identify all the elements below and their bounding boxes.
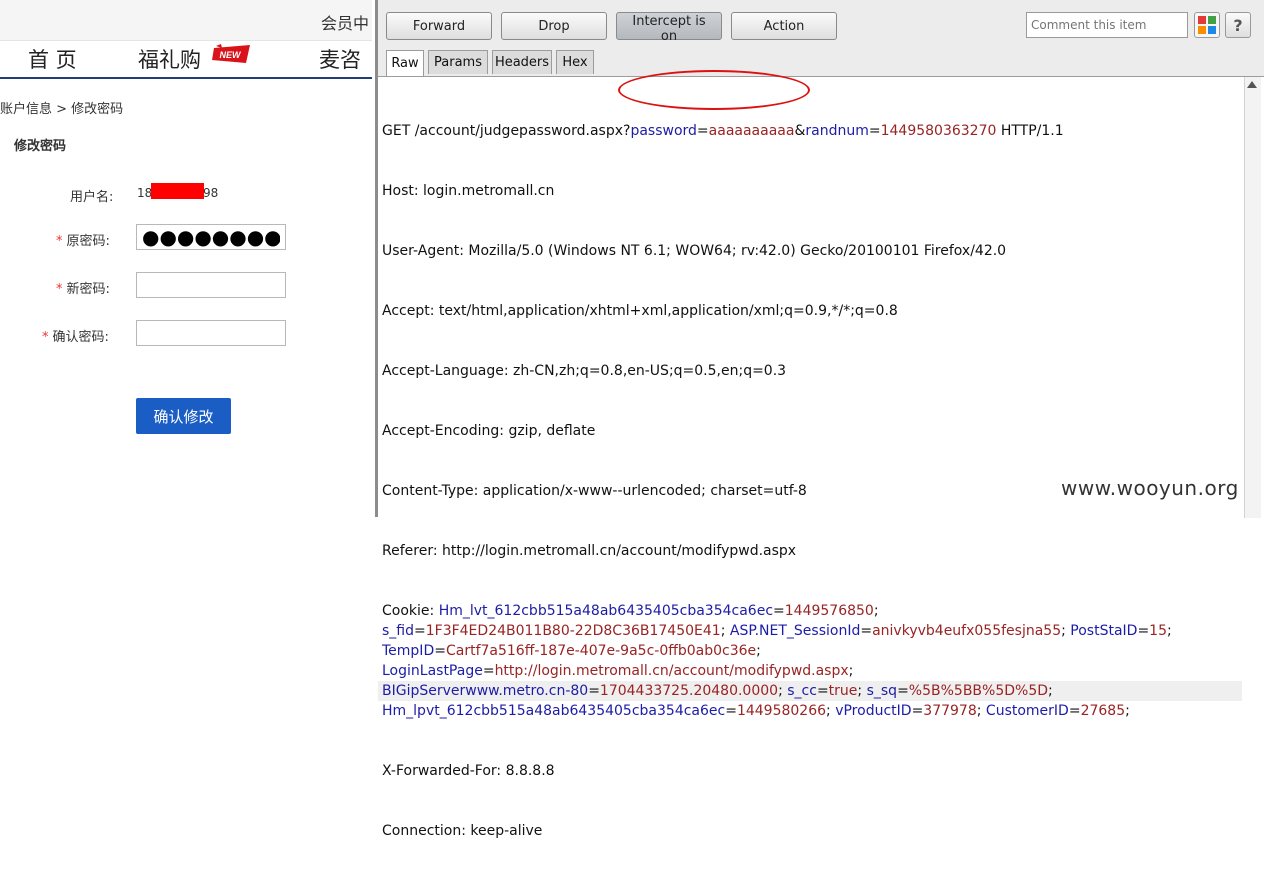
confirm-password-label: * 确认密码: [42, 326, 109, 345]
old-password-input[interactable] [136, 224, 286, 250]
cookie-key: vProductID [835, 703, 912, 719]
username-value-start: 18 [137, 186, 153, 200]
cookie-value: 27685 [1080, 703, 1126, 719]
param-value: aaaaaaaaaa [708, 123, 795, 139]
username-label: 用户名: [70, 190, 114, 205]
cookie-line: BIGipServerwww.metro.cn-80=1704433725.20… [378, 681, 1242, 701]
param-value: 1449580363270 [880, 123, 997, 139]
member-center-link[interactable]: 会员中 [321, 10, 369, 34]
cookie-line: Hm_lpvt_612cbb515a48ab6435405cba354ca6ec… [382, 703, 1135, 719]
header-host: Host: login.metromall.cn [382, 183, 555, 199]
confirm-change-button[interactable]: 确认修改 [136, 398, 231, 434]
action-button[interactable]: Action [731, 12, 837, 40]
header-referer: Referer: http://login.metromall.cn/accou… [382, 543, 797, 559]
help-button[interactable]: ? [1225, 12, 1251, 38]
main-nav: 首 页 福礼购 NEW 麦咨 [0, 41, 372, 79]
tab-params[interactable]: Params [428, 50, 488, 74]
vertical-scrollbar[interactable] [1244, 77, 1261, 518]
scroll-up-arrow-icon[interactable] [1247, 81, 1257, 88]
raw-request-editor[interactable]: GET /account/judgepassword.aspx?password… [378, 76, 1264, 839]
cookie-key: s_fid [382, 623, 414, 639]
request-line: GET /account/judgepassword.aspx?password… [382, 123, 1064, 139]
new-password-label-text: 新密码: [66, 282, 110, 297]
required-mark: * [56, 282, 63, 297]
old-password-label-text: 原密码: [66, 234, 110, 249]
protocol: HTTP/1.1 [996, 123, 1064, 139]
header-x-forwarded-for: X-Forwarded-For: 8.8.8.8 [382, 763, 555, 779]
tab-headers[interactable]: Headers [492, 50, 552, 74]
comment-input[interactable] [1026, 12, 1188, 38]
cookie-key: CustomerID [985, 703, 1069, 719]
header-accept-encoding: Accept-Encoding: gzip, deflate [382, 423, 596, 439]
header-accept-language: Accept-Language: zh-CN,zh;q=0.8,en-US;q=… [382, 363, 787, 379]
highlight-color-button[interactable] [1194, 12, 1220, 38]
param-key: randnum [805, 123, 869, 139]
cookie-key: s_sq [866, 683, 898, 699]
cookie-key: ASP.NET_SessionId [729, 623, 861, 639]
cookie-value: http://login.metromall.cn/account/modify… [494, 663, 849, 679]
cookie-line: Cookie: Hm_lvt_612cbb515a48ab6435405cba3… [382, 603, 884, 619]
cookie-key: Hm_lvt_612cbb515a48ab6435405cba354ca6ec [438, 603, 774, 619]
new-badge-icon: NEW [212, 44, 250, 63]
cookie-value: 1449576850 [784, 603, 874, 619]
cookie-value: 1704433725.20480.0000 [599, 683, 779, 699]
drop-button[interactable]: Drop [501, 12, 607, 40]
method-path: GET /account/judgepassword.aspx? [382, 123, 631, 139]
username-value-end: 98 [203, 186, 219, 200]
cookie-value: 1449580266 [736, 703, 827, 719]
cookie-value: 1F3F4ED24B011B80-22D8C36B17450E41 [425, 623, 721, 639]
cookie-key: TempID [382, 643, 435, 659]
cookie-value: anivkyvb4eufx055fesjna55 [872, 623, 1062, 639]
cookie-value: %5B%5BB%5D%5D [908, 683, 1049, 699]
section-title: 修改密码 [14, 139, 67, 154]
new-password-label: * 新密码: [56, 278, 110, 297]
required-mark: * [42, 330, 49, 345]
cookie-label: Cookie: [382, 603, 439, 619]
color-grid-icon [1198, 16, 1216, 34]
header-user-agent: User-Agent: Mozilla/5.0 (Windows NT 6.1;… [382, 243, 1007, 259]
param-key: password [630, 123, 697, 139]
forward-button[interactable]: Forward [386, 12, 492, 40]
new-badge-label: NEW [220, 50, 243, 60]
nav-maizi[interactable]: 麦咨 [319, 44, 361, 74]
cookie-key: LoginLastPage [382, 663, 483, 679]
burp-proxy-panel: Forward Drop Intercept is on Action ? Ra… [375, 0, 1264, 839]
nav-gift[interactable]: 福礼购 [138, 44, 201, 74]
top-bar: 会员中 [0, 0, 372, 41]
cookie-block: Cookie: Hm_lvt_612cbb515a48ab6435405cba3… [378, 601, 1242, 721]
new-password-input[interactable] [136, 272, 286, 298]
cookie-key: Hm_lpvt_612cbb515a48ab6435405cba354ca6ec [382, 703, 726, 719]
cookie-key: BIGipServerwww.metro.cn-80 [382, 683, 589, 699]
cookie-line: TempID=Cartf7a516ff-187e-407e-9a5c-0ffb0… [382, 643, 766, 659]
confirm-password-label-text: 确认密码: [52, 330, 109, 345]
cookie-value: 377978 [923, 703, 977, 719]
cookie-line: LoginLastPage=http://login.metromall.cn/… [382, 663, 858, 679]
cookie-key: s_cc [787, 683, 817, 699]
tab-hex[interactable]: Hex [556, 50, 594, 74]
cookie-key: PostStaID [1070, 623, 1138, 639]
tab-raw[interactable]: Raw [386, 50, 424, 76]
confirm-password-input[interactable] [136, 320, 286, 346]
required-mark: * [56, 234, 63, 249]
redaction-mask [151, 183, 204, 199]
old-password-label: * 原密码: [56, 230, 110, 249]
cookie-value: Cartf7a516ff-187e-407e-9a5c-0ffb0ab0c36e [445, 643, 757, 659]
param-separator: & [794, 123, 806, 139]
cookie-value: 15 [1149, 623, 1167, 639]
header-accept: Accept: text/html,application/xhtml+xml,… [382, 303, 898, 319]
header-connection: Connection: keep-alive [382, 823, 543, 839]
cookie-value: true [828, 683, 858, 699]
web-page: 会员中 首 页 福礼购 NEW 麦咨 账户信息 > 修改密码 修改密码 用户名:… [0, 0, 372, 517]
breadcrumb: 账户信息 > 修改密码 [0, 102, 124, 117]
watermark: www.wooyun.org [1061, 476, 1239, 500]
nav-home[interactable]: 首 页 [28, 44, 77, 74]
intercept-toggle-button[interactable]: Intercept is on [616, 12, 722, 44]
cookie-line: s_fid=1F3F4ED24B011B80-22D8C36B17450E41;… [382, 623, 1177, 639]
